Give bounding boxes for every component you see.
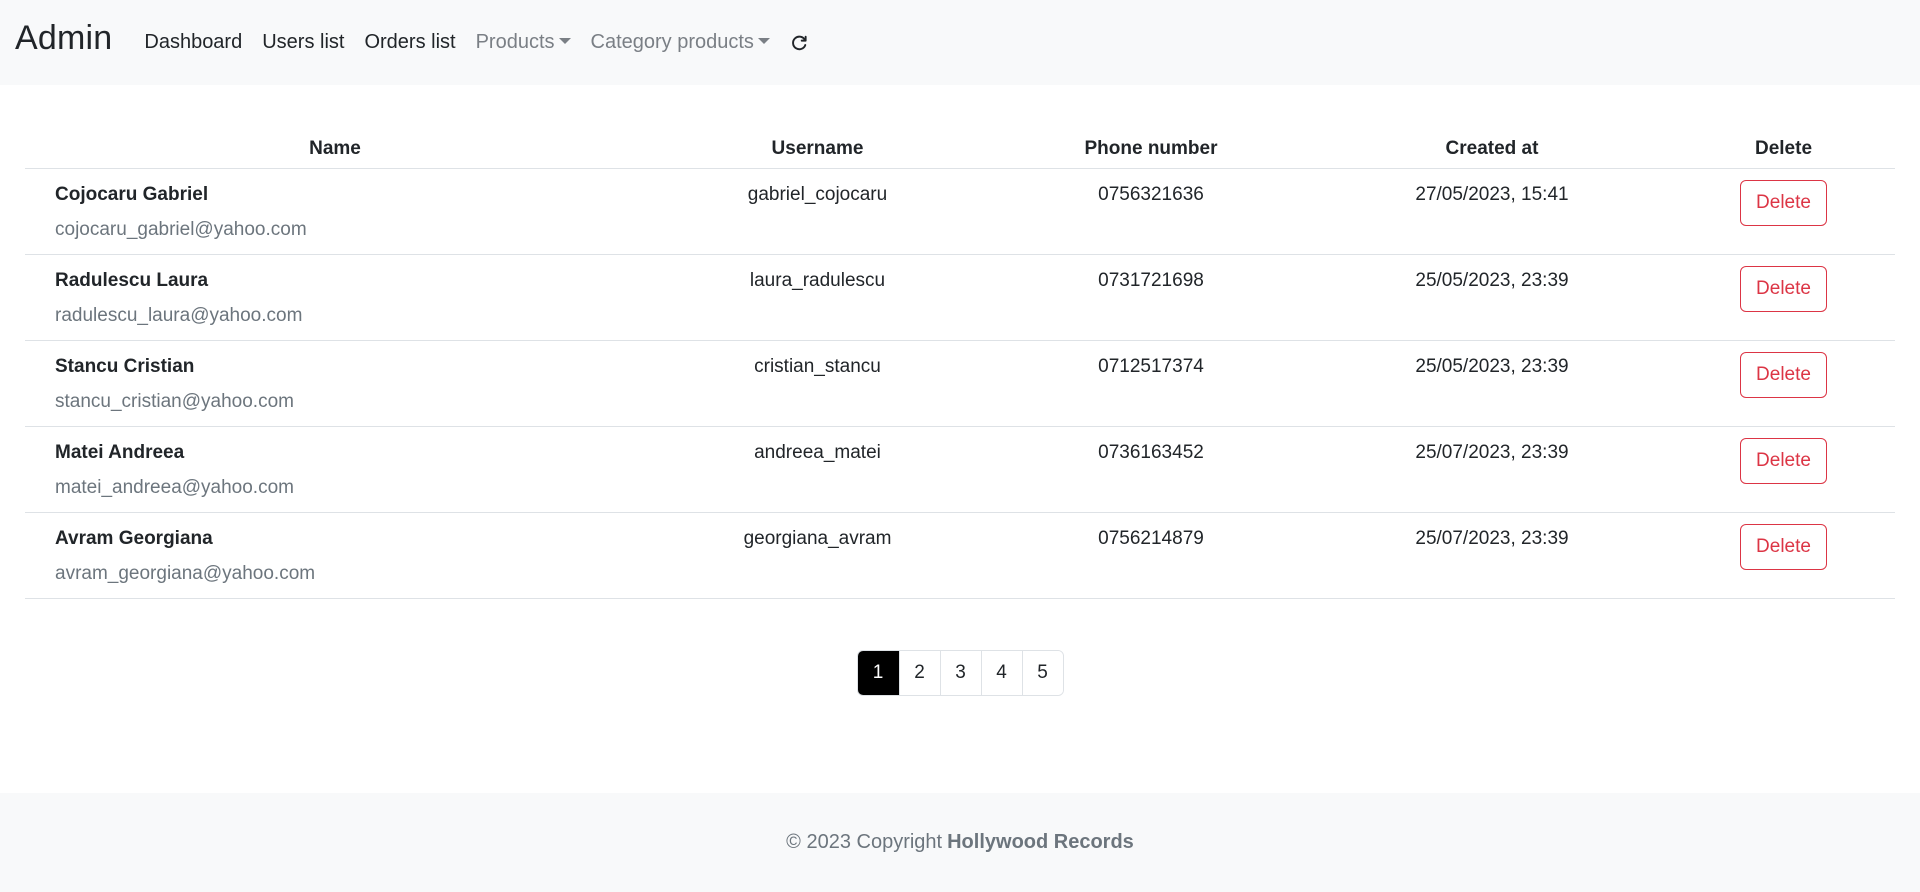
- username-cell: cristian_stancu: [645, 340, 990, 427]
- username-cell: laura_radulescu: [645, 254, 990, 341]
- page-button-3[interactable]: 3: [939, 650, 981, 695]
- nav-link-orders-list[interactable]: Orders list: [354, 31, 465, 54]
- user-email: radulescu_laura@yahoo.com: [55, 304, 303, 326]
- user-cell: Stancu Cristian stancu_cristian@yahoo.co…: [25, 340, 645, 427]
- column-header-name: Name: [25, 130, 645, 169]
- delete-cell: Delete: [1672, 168, 1895, 255]
- brand-logo[interactable]: Admin: [15, 19, 112, 58]
- user-name: Matei Andreea: [55, 441, 185, 463]
- nav-dropdown-products[interactable]: Products: [466, 31, 581, 54]
- nav-link-dashboard[interactable]: Dashboard: [134, 31, 252, 54]
- nav-dropdown-category-products[interactable]: Category products: [581, 31, 780, 54]
- caret-down-icon: [558, 37, 571, 44]
- footer-copyright: © 2023 Copyright: [786, 831, 943, 853]
- delete-button[interactable]: Delete: [1740, 265, 1827, 312]
- created-at-cell: 27/05/2023, 15:41: [1312, 168, 1672, 255]
- column-header-created-at: Created at: [1312, 130, 1672, 169]
- column-header-username: Username: [645, 130, 990, 169]
- user-email: stancu_cristian@yahoo.com: [55, 390, 294, 412]
- delete-button[interactable]: Delete: [1740, 523, 1827, 570]
- delete-cell: Delete: [1672, 426, 1895, 513]
- user-name: Stancu Cristian: [55, 355, 195, 377]
- table-row: Stancu Cristian stancu_cristian@yahoo.co…: [25, 340, 1895, 427]
- username-cell: georgiana_avram: [645, 512, 990, 599]
- caret-down-icon: [757, 37, 770, 44]
- username-cell: andreea_matei: [645, 426, 990, 513]
- table-row: Radulescu Laura radulescu_laura@yahoo.co…: [25, 254, 1895, 341]
- phone-cell: 0736163452: [990, 426, 1312, 513]
- nav-dropdown-products-label: Products: [475, 31, 555, 53]
- delete-cell: Delete: [1672, 340, 1895, 427]
- page-button-4[interactable]: 4: [980, 650, 1022, 695]
- created-at-cell: 25/07/2023, 23:39: [1312, 512, 1672, 599]
- user-name: Cojocaru Gabriel: [55, 183, 209, 205]
- nav-link-users-list[interactable]: Users list: [252, 31, 354, 54]
- refresh-icon[interactable]: [782, 28, 816, 58]
- delete-cell: Delete: [1672, 512, 1895, 599]
- phone-cell: 0756214879: [990, 512, 1312, 599]
- phone-cell: 0756321636: [990, 168, 1312, 255]
- nav-dropdown-category-products-label: Category products: [590, 31, 754, 53]
- pagination: 1 2 3 4 5: [25, 649, 1895, 696]
- table-header-row: Name Username Phone number Created at De…: [25, 130, 1895, 169]
- user-cell: Avram Georgiana avram_georgiana@yahoo.co…: [25, 512, 645, 599]
- user-name: Radulescu Laura: [55, 269, 209, 291]
- table-row: Cojocaru Gabriel cojocaru_gabriel@yahoo.…: [25, 168, 1895, 255]
- nav-links: Dashboard Users list Orders list Product…: [134, 28, 816, 58]
- user-email: avram_georgiana@yahoo.com: [55, 562, 316, 584]
- username-cell: gabriel_cojocaru: [645, 168, 990, 255]
- page-list: 1 2 3 4 5: [856, 649, 1064, 696]
- user-cell: Radulescu Laura radulescu_laura@yahoo.co…: [25, 254, 645, 341]
- created-at-cell: 25/05/2023, 23:39: [1312, 340, 1672, 427]
- phone-cell: 0731721698: [990, 254, 1312, 341]
- column-header-delete: Delete: [1672, 130, 1895, 169]
- main-content: Name Username Phone number Created at De…: [0, 130, 1920, 696]
- delete-button[interactable]: Delete: [1740, 437, 1827, 484]
- user-email: cojocaru_gabriel@yahoo.com: [55, 218, 307, 240]
- created-at-cell: 25/07/2023, 23:39: [1312, 426, 1672, 513]
- footer: © 2023 Copyright Hollywood Records: [0, 793, 1920, 892]
- table-row: Avram Georgiana avram_georgiana@yahoo.co…: [25, 512, 1895, 599]
- delete-button[interactable]: Delete: [1740, 179, 1827, 226]
- navbar: Admin Dashboard Users list Orders list P…: [0, 0, 1920, 85]
- page-button-5[interactable]: 5: [1021, 650, 1063, 695]
- users-table: Name Username Phone number Created at De…: [25, 130, 1895, 599]
- user-cell: Cojocaru Gabriel cojocaru_gabriel@yahoo.…: [25, 168, 645, 255]
- created-at-cell: 25/05/2023, 23:39: [1312, 254, 1672, 341]
- user-name: Avram Georgiana: [55, 527, 213, 549]
- table-row: Matei Andreea matei_andreea@yahoo.com an…: [25, 426, 1895, 513]
- user-cell: Matei Andreea matei_andreea@yahoo.com: [25, 426, 645, 513]
- page-button-1[interactable]: 1: [857, 650, 899, 695]
- phone-cell: 0712517374: [990, 340, 1312, 427]
- user-email: matei_andreea@yahoo.com: [55, 476, 294, 498]
- delete-button[interactable]: Delete: [1740, 351, 1827, 398]
- column-header-phone: Phone number: [990, 130, 1312, 169]
- footer-company: Hollywood Records: [947, 831, 1134, 853]
- page-button-2[interactable]: 2: [898, 650, 940, 695]
- delete-cell: Delete: [1672, 254, 1895, 341]
